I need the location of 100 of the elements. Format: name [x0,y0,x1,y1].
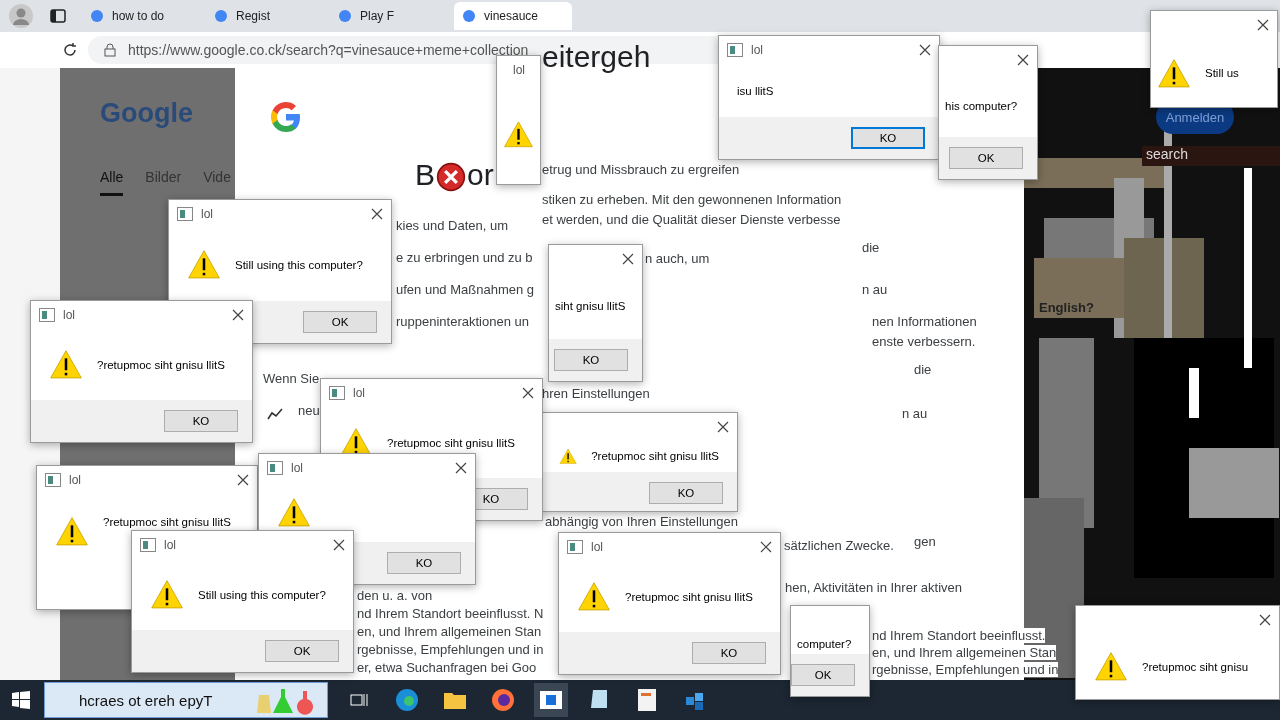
favicon-icon [338,9,352,23]
consent-text: e zu erbringen und zu b [396,250,533,265]
consent-text: n auch, um [645,251,710,266]
consent-heading: B [415,158,435,192]
search-bar[interactable]: search [1142,146,1280,166]
taskbar-search-field[interactable]: hcraes ot ereh epyT [44,682,328,718]
browser-tab[interactable]: how to do [82,2,200,30]
window-icon [177,207,193,221]
window-icon [39,308,55,322]
dialog-button[interactable]: KO [554,349,628,371]
dialog-title: lol [751,43,763,57]
dialog-button[interactable]: KO [387,552,461,574]
consent-text: en, und Ihrem allgemeinen Stan [357,624,542,639]
close-icon[interactable] [717,421,729,433]
dialog-message: ?retupmoc siht gnisu [1142,660,1249,673]
close-icon[interactable] [333,539,345,551]
app-icon[interactable] [534,683,568,717]
dialog-button[interactable]: OK [303,311,377,333]
dialog-title: lol [513,63,525,77]
close-icon[interactable] [522,387,534,399]
favicon-icon [90,9,104,23]
consent-text: nd Ihrem Standort beeinflusst. [872,628,1046,643]
consent-text: nen Informationen [872,314,977,329]
dialog-button[interactable]: KO [692,642,766,664]
window-icon [140,538,156,552]
consent-text: rgebnisse, Empfehlungen und in [357,642,544,657]
browser-tab[interactable]: vinesauce [454,2,572,30]
dialog-message: Still using this computer? [235,258,363,271]
error-icon [436,162,466,192]
dialog-button[interactable]: OK [265,640,339,662]
dialog-message: siht gnisu llitS [555,300,626,312]
reload-icon[interactable] [62,42,78,58]
close-icon[interactable] [760,541,772,553]
close-icon[interactable] [1259,614,1271,626]
dialog-message: ?retupmoc siht gnisu llitS [625,590,753,603]
dialog-button[interactable]: OK [791,664,855,686]
dialog-message: ?retupmoc siht gnisu llitS [97,358,225,371]
search-tab[interactable]: Alle [100,169,124,196]
consent-text: hen, Aktivitäten in Ihrer aktiven [785,580,963,595]
dialog-button[interactable]: KO [649,481,723,504]
dialog-title: lol [291,461,303,475]
favicon-icon [214,9,228,23]
consent-text: sätzlichen Zwecke. [784,538,894,553]
close-icon[interactable] [919,44,931,56]
dialog-message: his computer? [945,99,1018,112]
consent-text: enste verbessern. [872,334,976,349]
consent-text: ufen und Maßnahmen g [396,282,535,297]
consent-text: stiken zu erheben. Mit den gewonnenen Information [542,192,842,207]
dialog-message: isu llitS [737,84,774,97]
dialog-button[interactable]: OK [949,147,1023,169]
favicon-icon [462,9,476,23]
dialog-message: Still us [1205,67,1239,79]
close-icon[interactable] [371,208,383,220]
dialog-title: lol [201,207,213,221]
dialog-button[interactable]: KO [164,410,238,432]
profile-icon[interactable] [8,3,34,29]
browser-tab[interactable]: Regist [206,2,324,30]
close-icon[interactable] [622,253,634,265]
dialog-title: lol [69,473,81,487]
consent-text: die [914,362,932,377]
consent-text: rgebnisse, Empfehlungen und in [872,662,1059,677]
window-icon [329,386,345,400]
close-icon[interactable] [237,474,249,486]
browser-tab[interactable]: Play F [330,2,448,30]
window-icon [45,473,61,487]
dialog-message: Still using this computer? [198,588,326,601]
consent-text: Wenn Sie [263,371,320,386]
consent-text: hren Einstellungen [542,386,650,401]
window-icon [727,43,743,57]
dialog-title: lol [63,308,75,322]
consent-text: abhängig von Ihren Einstellungen [545,514,738,529]
consent-text: die [862,240,880,255]
consent-text: er, etwa Suchanfragen bei Goo [357,660,537,675]
window-icon [567,540,583,554]
consent-text: et werden, und die Qualität dieser Dienste verbesse [542,212,841,227]
dialog-button[interactable]: KO [851,127,925,149]
consent-text: etrug und Missbrauch zu ergreifen [542,162,740,177]
window-icon [267,461,283,475]
dialog-message: ?retupmoc siht gnisu llitS [591,450,719,463]
lock-icon [104,43,116,57]
consent-text: den u. a. von [357,588,433,603]
dialog-message: ?retupmoc siht gnisu llitS [103,516,231,528]
google-logo: Google [100,98,194,129]
close-icon[interactable] [455,462,467,474]
windows-icon[interactable] [12,691,30,709]
close-icon[interactable] [1257,19,1269,31]
consent-text: nd Ihrem Standort beeinflusst. N [357,606,544,621]
dialog-title: lol [164,538,176,552]
consent-text: kies und Daten, um [396,218,508,233]
trend-icon [267,408,283,420]
dialog-message: computer? [797,638,852,650]
consent-text: ruppeninteraktionen un [396,314,529,329]
close-icon[interactable] [1017,54,1029,66]
consent-text: en, und Ihrem allgemeinen Stan [872,645,1057,660]
dialog-message: ?retupmoc siht gnisu llitS [387,436,515,449]
tab-actions-icon[interactable] [50,9,66,23]
dialog-title: lol [353,386,365,400]
dialog-title: lol [591,540,603,554]
close-icon[interactable] [232,309,244,321]
consent-heading: or [467,158,494,192]
